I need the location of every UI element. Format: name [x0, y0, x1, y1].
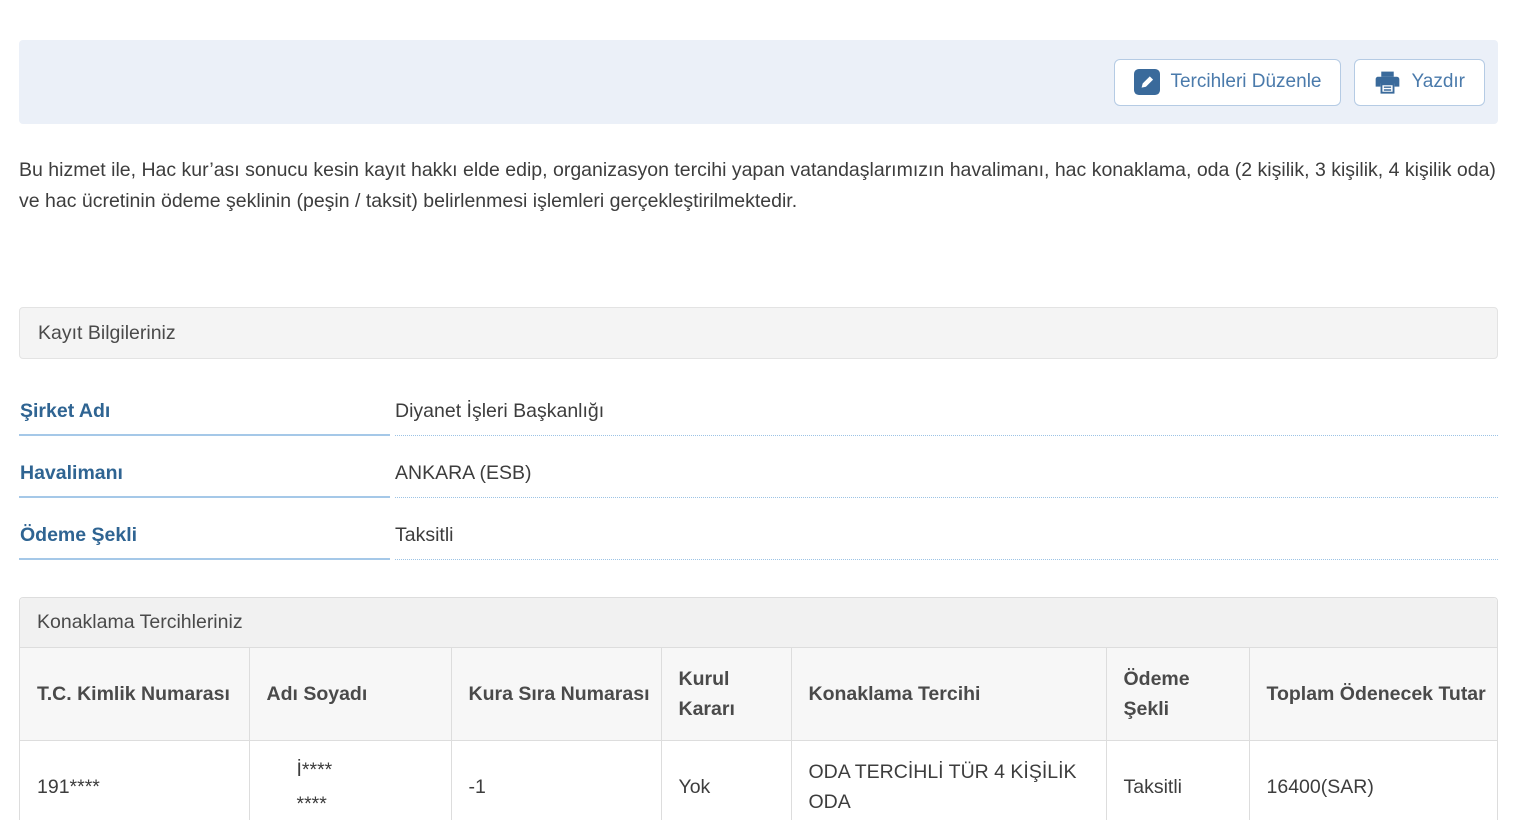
cell-toplam-tutar: 16400(SAR) — [1249, 741, 1497, 820]
printer-icon — [1374, 70, 1401, 95]
masked-name: İ**** **** — [267, 753, 441, 820]
col-header-toplam-tutar: Toplam Ödenecek Tutar — [1249, 648, 1497, 741]
col-header-adi-soyadi: Adı Soyadı — [249, 648, 451, 741]
masked-name-line2: **** — [297, 787, 441, 820]
edit-preferences-label: Tercihleri Düzenle — [1170, 71, 1321, 93]
edit-preferences-button[interactable]: Tercihleri Düzenle — [1114, 59, 1341, 106]
cell-kurul-karari: Yok — [661, 741, 791, 820]
accommodation-panel: Konaklama Tercihleriniz T.C. Kimlik Numa… — [19, 597, 1498, 820]
registration-fields: Şirket Adı Diyanet İşleri Başkanlığı Hav… — [19, 374, 1498, 560]
cell-kura-sira: -1 — [451, 741, 661, 820]
accommodation-table: T.C. Kimlik Numarası Adı Soyadı Kura Sır… — [20, 648, 1497, 820]
edit-pencil-icon — [1134, 69, 1160, 95]
cell-konaklama-tercihi: ODA TERCİHLİ TÜR 4 KİŞİLİK ODA — [791, 741, 1106, 820]
col-header-kurul-karari: Kurul Kararı — [661, 648, 791, 741]
table-header-row: T.C. Kimlik Numarası Adı Soyadı Kura Sır… — [20, 648, 1497, 741]
field-value: ANKARA (ESB) — [395, 436, 1498, 498]
cell-tc-no: 191**** — [20, 741, 249, 820]
accommodation-section-title: Konaklama Tercihleriniz — [20, 598, 1497, 648]
cell-odeme-sekli: Taksitli — [1106, 741, 1249, 820]
col-header-kura-sira: Kura Sıra Numarası — [451, 648, 661, 741]
table-row: 191**** İ**** **** -1 Yok ODA TERCİHLİ T… — [20, 741, 1497, 820]
field-label: Havalimanı — [19, 436, 390, 498]
hac-preferences-page: Tercihleri Düzenle Yazdır Bu hizmet ile,… — [0, 0, 1517, 820]
field-label: Şirket Adı — [19, 374, 390, 436]
field-label: Ödeme Şekli — [19, 498, 390, 560]
cell-adi-soyadi: İ**** **** — [249, 741, 451, 820]
field-row-odeme-sekli: Ödeme Şekli Taksitli — [19, 498, 1498, 560]
field-row-sirket-adi: Şirket Adı Diyanet İşleri Başkanlığı — [19, 374, 1498, 436]
registration-section-title: Kayıt Bilgileriniz — [19, 307, 1498, 359]
registration-section: Kayıt Bilgileriniz Şirket Adı Diyanet İş… — [19, 307, 1498, 560]
col-header-konaklama-tercihi: Konaklama Tercihi — [791, 648, 1106, 741]
accommodation-section: Konaklama Tercihleriniz T.C. Kimlik Numa… — [19, 597, 1498, 820]
field-value: Diyanet İşleri Başkanlığı — [395, 374, 1498, 436]
print-button[interactable]: Yazdır — [1354, 59, 1485, 106]
col-header-tc-kimlik: T.C. Kimlik Numarası — [20, 648, 249, 741]
masked-name-line1: İ**** — [297, 753, 441, 787]
field-value: Taksitli — [395, 498, 1498, 560]
print-label: Yazdır — [1411, 71, 1465, 93]
col-header-odeme-sekli: Ödeme Şekli — [1106, 648, 1249, 741]
service-description: Bu hizmet ile, Hac kur’ası sonucu kesin … — [19, 155, 1498, 217]
toolbar: Tercihleri Düzenle Yazdır — [19, 40, 1498, 124]
field-row-havalimani: Havalimanı ANKARA (ESB) — [19, 436, 1498, 498]
